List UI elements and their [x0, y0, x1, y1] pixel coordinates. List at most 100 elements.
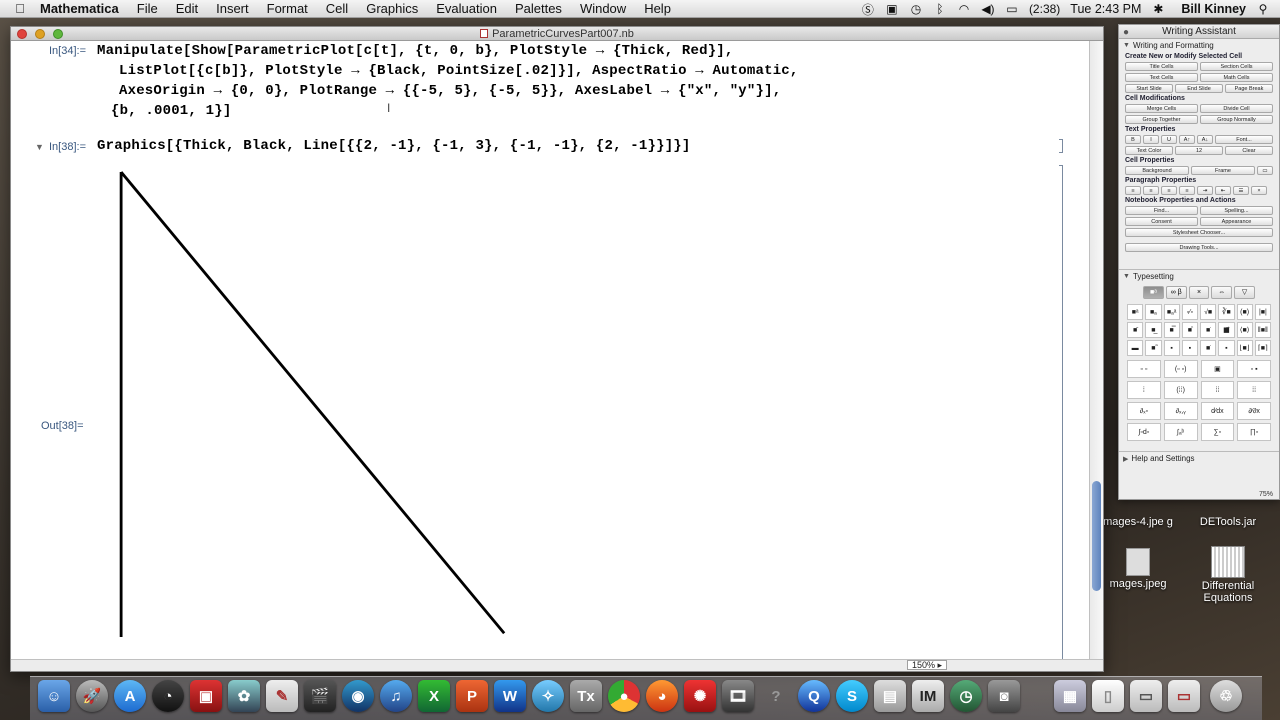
help-icon[interactable]: ?	[760, 680, 792, 712]
desktop-icon-detools[interactable]: DETools.jar	[1192, 516, 1264, 528]
finder-icon[interactable]: ☺	[38, 680, 70, 712]
out38-cell-bracket[interactable]	[1059, 165, 1063, 661]
font-button[interactable]: Font...	[1215, 135, 1273, 144]
movie-icon[interactable]: 🎞	[722, 680, 754, 712]
mathematica-icon[interactable]: ✺	[684, 680, 716, 712]
writing-formatting-header[interactable]: ▼ Writing and Formatting	[1119, 39, 1279, 52]
menu-evaluation[interactable]: Evaluation	[436, 1, 497, 16]
in34-code-line-4[interactable]: {b, .0001, 1}]	[111, 103, 231, 119]
downloads-stack-icon[interactable]: ▭	[1130, 680, 1162, 712]
output-graphic[interactable]	[101, 157, 561, 637]
documents-stack-icon[interactable]: ▭	[1168, 680, 1200, 712]
document-stack-icon[interactable]: ▯	[1092, 680, 1124, 712]
menu-edit[interactable]: Edit	[176, 1, 198, 16]
partial-frac-template-icon[interactable]: ∂⁄∂x	[1237, 402, 1271, 420]
menu-format[interactable]: Format	[267, 1, 308, 16]
floor-template-icon[interactable]: ⌊■⌋	[1236, 340, 1253, 356]
clear-paragraph-icon[interactable]: ×	[1251, 186, 1267, 195]
safari-icon[interactable]: ✧	[532, 680, 564, 712]
menu-clock[interactable]: Tue 2:43 PM	[1070, 2, 1141, 16]
merge-cells-button[interactable]: Merge Cells	[1125, 104, 1198, 113]
bold-button[interactable]: B	[1125, 135, 1141, 144]
spelling-button[interactable]: Spelling...	[1200, 206, 1273, 215]
menu-graphics[interactable]: Graphics	[366, 1, 418, 16]
in34-code-line-3[interactable]: AxesOrigin → {0, 0}, PlotRange → {{-5, 5…	[119, 83, 781, 99]
apple-menu-icon[interactable]: 	[0, 1, 40, 16]
font-smaller-button[interactable]: A↓	[1197, 135, 1213, 144]
menu-file[interactable]: File	[137, 1, 158, 16]
box3-template-icon[interactable]: ■̇	[1200, 340, 1217, 356]
scrollbar-thumb[interactable]	[1092, 481, 1101, 591]
partial-template-icon[interactable]: ∂ₓ,ᵧ	[1163, 402, 1198, 420]
end-slide-button[interactable]: End Slide	[1175, 84, 1223, 93]
text-cells-dropdown[interactable]: Text Cells	[1125, 73, 1198, 82]
math-cells-dropdown[interactable]: Math Cells	[1200, 73, 1273, 82]
norm-template-icon[interactable]: ‖■‖	[1254, 322, 1271, 338]
justify-icon[interactable]: ≡	[1179, 186, 1195, 195]
menu-help[interactable]: Help	[644, 1, 671, 16]
matrix-template-icon[interactable]: (⁞⁞)	[1163, 381, 1198, 399]
spotlight-search-icon[interactable]: ⚲	[1256, 2, 1270, 16]
trash-icon[interactable]: ♲	[1210, 680, 1242, 712]
time-machine-icon[interactable]: ◷	[950, 680, 982, 712]
typesetting-header[interactable]: ▼ Typesetting	[1119, 269, 1279, 283]
subscript-template-icon[interactable]: ■ₐ	[1145, 304, 1162, 320]
abs-template-icon[interactable]: |■|	[1254, 304, 1271, 320]
vertical-scrollbar[interactable]	[1089, 41, 1103, 661]
tilde-template-icon[interactable]: ■̃	[1145, 340, 1162, 356]
integral-template-icon[interactable]: ∫▫d▫	[1127, 423, 1161, 441]
row-template-icon[interactable]: ▫ ▫	[1127, 360, 1161, 378]
desktop-icon-differential-equations[interactable]: Differential Equations	[1192, 546, 1264, 604]
product-template-icon[interactable]: ∏▫	[1237, 423, 1271, 441]
iphoto-icon[interactable]: ✿	[228, 680, 260, 712]
paren-row-template-icon[interactable]: (▫ ▫)	[1163, 360, 1198, 378]
drawing-tools-button[interactable]: Drawing Tools...	[1125, 243, 1273, 252]
vector-template-icon[interactable]: ■⃗	[1218, 322, 1235, 338]
desktop-icon-images[interactable]: mages.jpeg	[1102, 548, 1174, 590]
angle-template-icon[interactable]: ⟨■⟩	[1236, 322, 1253, 338]
photo-booth-icon[interactable]: ▣	[190, 680, 222, 712]
box4-template-icon[interactable]: ▪	[1218, 340, 1235, 356]
preview-icon[interactable]: ▤	[874, 680, 906, 712]
close-button[interactable]	[17, 29, 27, 39]
table2-template-icon[interactable]: ⁞⁞	[1237, 381, 1271, 399]
appearance-dropdown[interactable]: Appearance	[1200, 217, 1273, 226]
italic-button[interactable]: I	[1143, 135, 1159, 144]
row-dot-template-icon[interactable]: ▫ ▪	[1237, 360, 1271, 378]
writing-assistant-palette[interactable]: ● Writing Assistant ▼ Writing and Format…	[1118, 24, 1280, 500]
d-dx-template-icon[interactable]: d⁄dx	[1200, 402, 1235, 420]
hat-template-icon[interactable]: ■̂	[1181, 322, 1198, 338]
tab-layout[interactable]: ■ᵃ	[1143, 286, 1164, 299]
align-right-icon[interactable]: ≡	[1161, 186, 1177, 195]
time-machine-icon[interactable]: ◷	[909, 2, 923, 16]
bluetooth-icon[interactable]: ᛒ	[933, 2, 947, 16]
palette-close-icon[interactable]: ●	[1123, 26, 1129, 40]
underover-template-icon[interactable]: ■̿	[1163, 322, 1180, 338]
desktop-icon-images-4[interactable]: mages-4.jpe g	[1102, 516, 1174, 528]
menu-palettes[interactable]: Palettes	[515, 1, 562, 16]
fraction-template-icon[interactable]: ▫⁄▫	[1181, 304, 1198, 320]
box-template-icon[interactable]: ▪	[1163, 340, 1180, 356]
framed-template-icon[interactable]: ▣	[1200, 360, 1235, 378]
dashboard-icon[interactable]: ◔	[152, 680, 184, 712]
wifi-icon[interactable]: ◠	[957, 2, 971, 16]
quicktime-icon[interactable]: Q	[798, 680, 830, 712]
writing-assistant-titlebar[interactable]: ● Writing Assistant	[1119, 25, 1279, 39]
root-template-icon[interactable]: ∛■	[1218, 304, 1235, 320]
facetime-icon[interactable]: ◙	[988, 680, 1020, 712]
font-size-dropdown[interactable]: 12	[1175, 146, 1223, 155]
align-left-icon[interactable]: ≡	[1125, 186, 1141, 195]
indent-icon[interactable]: ⇥	[1197, 186, 1213, 195]
clear-format-button[interactable]: Clear	[1225, 146, 1273, 155]
word-icon[interactable]: W	[494, 680, 526, 712]
overscript-template-icon[interactable]: ■̄	[1127, 322, 1144, 338]
sqrt-template-icon[interactable]: √■	[1200, 304, 1217, 320]
page-break-button[interactable]: Page Break	[1225, 84, 1273, 93]
underscript-template-icon[interactable]: ■̲	[1145, 322, 1162, 338]
skype-icon[interactable]: S	[836, 680, 868, 712]
minimize-button[interactable]	[35, 29, 45, 39]
volume-icon[interactable]: ◀)	[981, 2, 995, 16]
notebook-content[interactable]: In[34]:= Manipulate[Show[ParametricPlot[…	[11, 41, 1091, 661]
chrome-icon[interactable]: ●	[608, 680, 640, 712]
launchpad-icon[interactable]: 🚀	[76, 680, 108, 712]
